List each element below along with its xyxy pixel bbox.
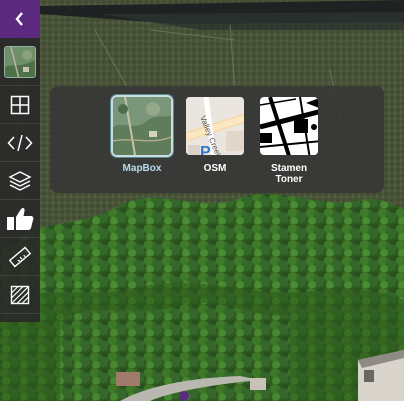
basemap-label: Stamen Toner	[257, 163, 321, 185]
measure-button[interactable]	[0, 238, 40, 276]
basemap-label: OSM	[203, 163, 227, 174]
basemap-label-line-1: Stamen	[270, 163, 308, 174]
grid-button[interactable]	[0, 86, 40, 124]
grid-icon	[10, 95, 30, 114]
basemap-panel: MapBox Valley Creek Blvd P OSM Stamen To…	[50, 86, 384, 193]
collapse-toolbar-button[interactable]	[0, 0, 40, 38]
left-toolbar	[0, 0, 40, 322]
layers-icon	[8, 170, 32, 191]
ruler-icon	[9, 246, 31, 267]
code-button[interactable]	[0, 124, 40, 162]
hatch-icon	[10, 285, 30, 304]
like-button[interactable]	[0, 200, 40, 238]
basemap-option-mapbox[interactable]: MapBox	[110, 95, 174, 174]
aerial-imagery	[0, 0, 404, 401]
code-icon	[7, 134, 33, 151]
stamen-toner-thumbnail	[258, 95, 320, 157]
chevron-left-icon	[15, 12, 23, 26]
map-view[interactable]	[0, 0, 404, 401]
base-layer-button[interactable]	[0, 38, 40, 86]
basemap-option-stamen-toner[interactable]: Stamen Toner	[257, 95, 321, 185]
basemap-option-osm[interactable]: Valley Creek Blvd P OSM	[183, 95, 247, 174]
thumbs-up-icon	[7, 207, 34, 230]
base-layer-thumbnail	[4, 45, 36, 78]
layers-button[interactable]	[0, 162, 40, 200]
basemap-label: MapBox	[122, 163, 162, 174]
mapbox-thumbnail	[111, 95, 173, 157]
parking-icon: P	[200, 144, 211, 157]
basemap-label-line-2: Toner	[275, 174, 303, 185]
osm-thumbnail: Valley Creek Blvd P	[184, 95, 246, 157]
hatch-button[interactable]	[0, 276, 40, 314]
